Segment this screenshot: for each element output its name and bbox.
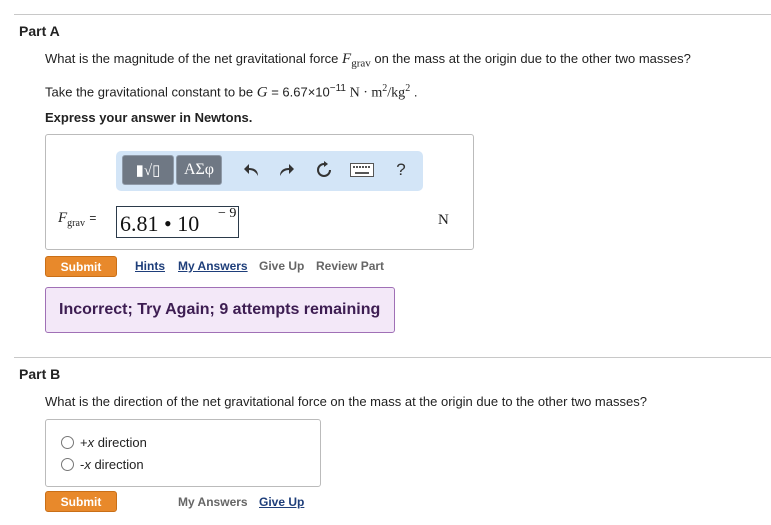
part-a-title: Part A	[19, 23, 60, 39]
part-a-give-up-link[interactable]: Give Up	[259, 259, 304, 273]
choice-positive-x[interactable]: +x direction	[61, 435, 181, 451]
radio-positive-x[interactable]	[61, 436, 74, 449]
answer-label: Fgrav =	[58, 210, 97, 230]
answer-mantissa: 6.81 • 10	[120, 211, 200, 236]
part-b-title: Part B	[19, 366, 61, 382]
redo-icon[interactable]	[275, 159, 297, 181]
answer-instruction: Express your answer in Newtons.	[45, 110, 253, 125]
reset-icon[interactable]	[313, 159, 335, 181]
feedback-message: Incorrect; Try Again; 9 attempts remaini…	[45, 287, 395, 333]
undo-icon[interactable]	[241, 159, 263, 181]
part-b-question: What is the direction of the net gravita…	[45, 394, 647, 409]
answer-unit: N	[438, 212, 449, 228]
help-icon[interactable]: ?	[390, 159, 412, 181]
math-toolbar: ▮√▯ ΑΣφ ?	[116, 151, 423, 191]
part-b-submit-button[interactable]: Submit	[45, 491, 117, 512]
keyboard-icon[interactable]	[349, 159, 375, 181]
choice-negative-x[interactable]: -x direction	[61, 457, 181, 473]
gravitational-constant-text: Take the gravitational constant to be G …	[45, 83, 418, 101]
part-a-submit-button[interactable]: Submit	[45, 256, 117, 277]
hints-link[interactable]: Hints	[135, 259, 165, 273]
part-divider	[14, 357, 771, 358]
answer-exponent: − 9	[218, 206, 237, 221]
top-divider	[14, 14, 771, 15]
templates-button[interactable]: ▮√▯	[122, 155, 174, 185]
choice-box	[45, 419, 321, 487]
greek-symbols-button[interactable]: ΑΣφ	[176, 155, 222, 185]
radio-negative-x[interactable]	[61, 458, 74, 471]
part-a-my-answers-link[interactable]: My Answers	[178, 259, 248, 273]
part-a-question: What is the magnitude of the net gravita…	[45, 51, 691, 70]
force-subscript: grav	[351, 57, 371, 70]
review-part-link[interactable]: Review Part	[316, 259, 384, 273]
part-b-give-up-link[interactable]: Give Up	[259, 495, 304, 509]
force-symbol: F	[342, 51, 352, 67]
part-b-my-answers-link[interactable]: My Answers	[178, 495, 248, 509]
answer-input[interactable]: 6.81 • 10 − 9	[116, 206, 239, 238]
